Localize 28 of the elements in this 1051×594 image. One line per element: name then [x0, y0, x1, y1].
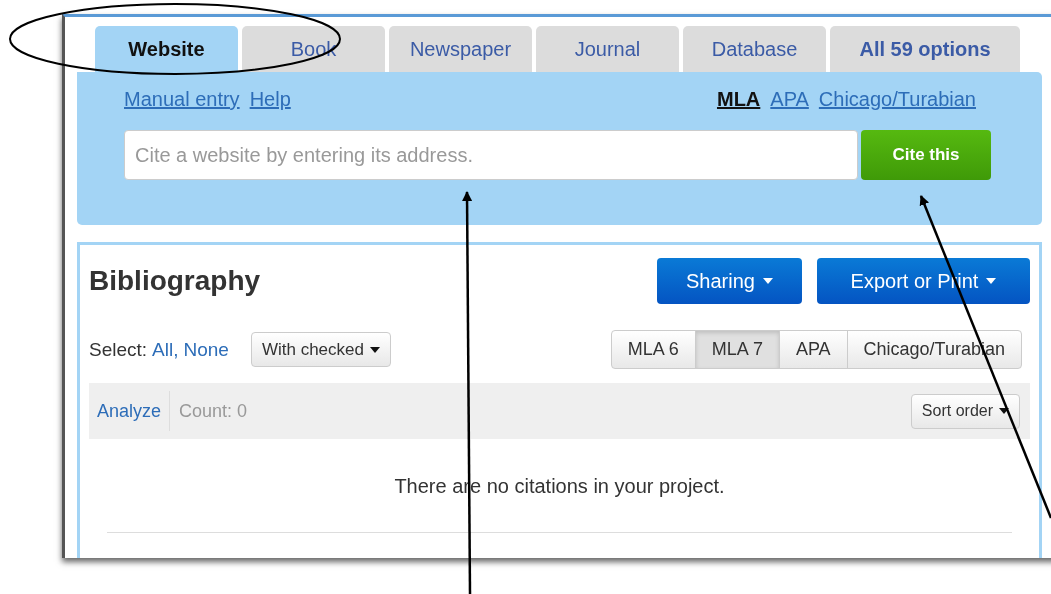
- with-checked-dropdown[interactable]: With checked: [250, 332, 391, 367]
- citation-style-link[interactable]: APA: [770, 88, 809, 111]
- caret-icon: [369, 346, 380, 353]
- style-button[interactable]: APA: [778, 330, 848, 369]
- url-field[interactable]: Cite a website by entering its address.: [124, 130, 858, 180]
- link[interactable]: Help: [249, 88, 291, 111]
- tab[interactable]: Journal: [536, 26, 679, 72]
- citation-style-link[interactable]: Chicago/Turabian: [818, 88, 976, 111]
- select-link[interactable]: All,: [152, 338, 179, 361]
- tab[interactable]: Website: [95, 26, 238, 72]
- cite-button[interactable]: Cite this: [861, 130, 991, 180]
- citation-style-link[interactable]: MLA: [717, 88, 761, 111]
- tab[interactable]: Database: [683, 26, 826, 72]
- caret-icon: [986, 278, 997, 284]
- dropdown-button[interactable]: Sharing: [657, 258, 802, 304]
- link[interactable]: Manual entry: [124, 88, 240, 111]
- tab[interactable]: All 59 options: [830, 26, 1020, 72]
- citation-count: Count: 0: [179, 400, 248, 422]
- style-button[interactable]: MLA 7: [694, 330, 780, 369]
- caret-icon: [999, 408, 1009, 414]
- style-button[interactable]: MLA 6: [610, 330, 696, 369]
- select-label: Select:: [89, 338, 148, 361]
- tab[interactable]: Newspaper: [389, 26, 532, 72]
- analyze-link[interactable]: Analyze: [97, 391, 171, 431]
- caret-icon: [762, 278, 773, 284]
- sort-order-dropdown[interactable]: Sort order: [910, 393, 1020, 429]
- select-link[interactable]: None: [183, 338, 229, 361]
- bibliography-title: Bibliography: [89, 265, 261, 297]
